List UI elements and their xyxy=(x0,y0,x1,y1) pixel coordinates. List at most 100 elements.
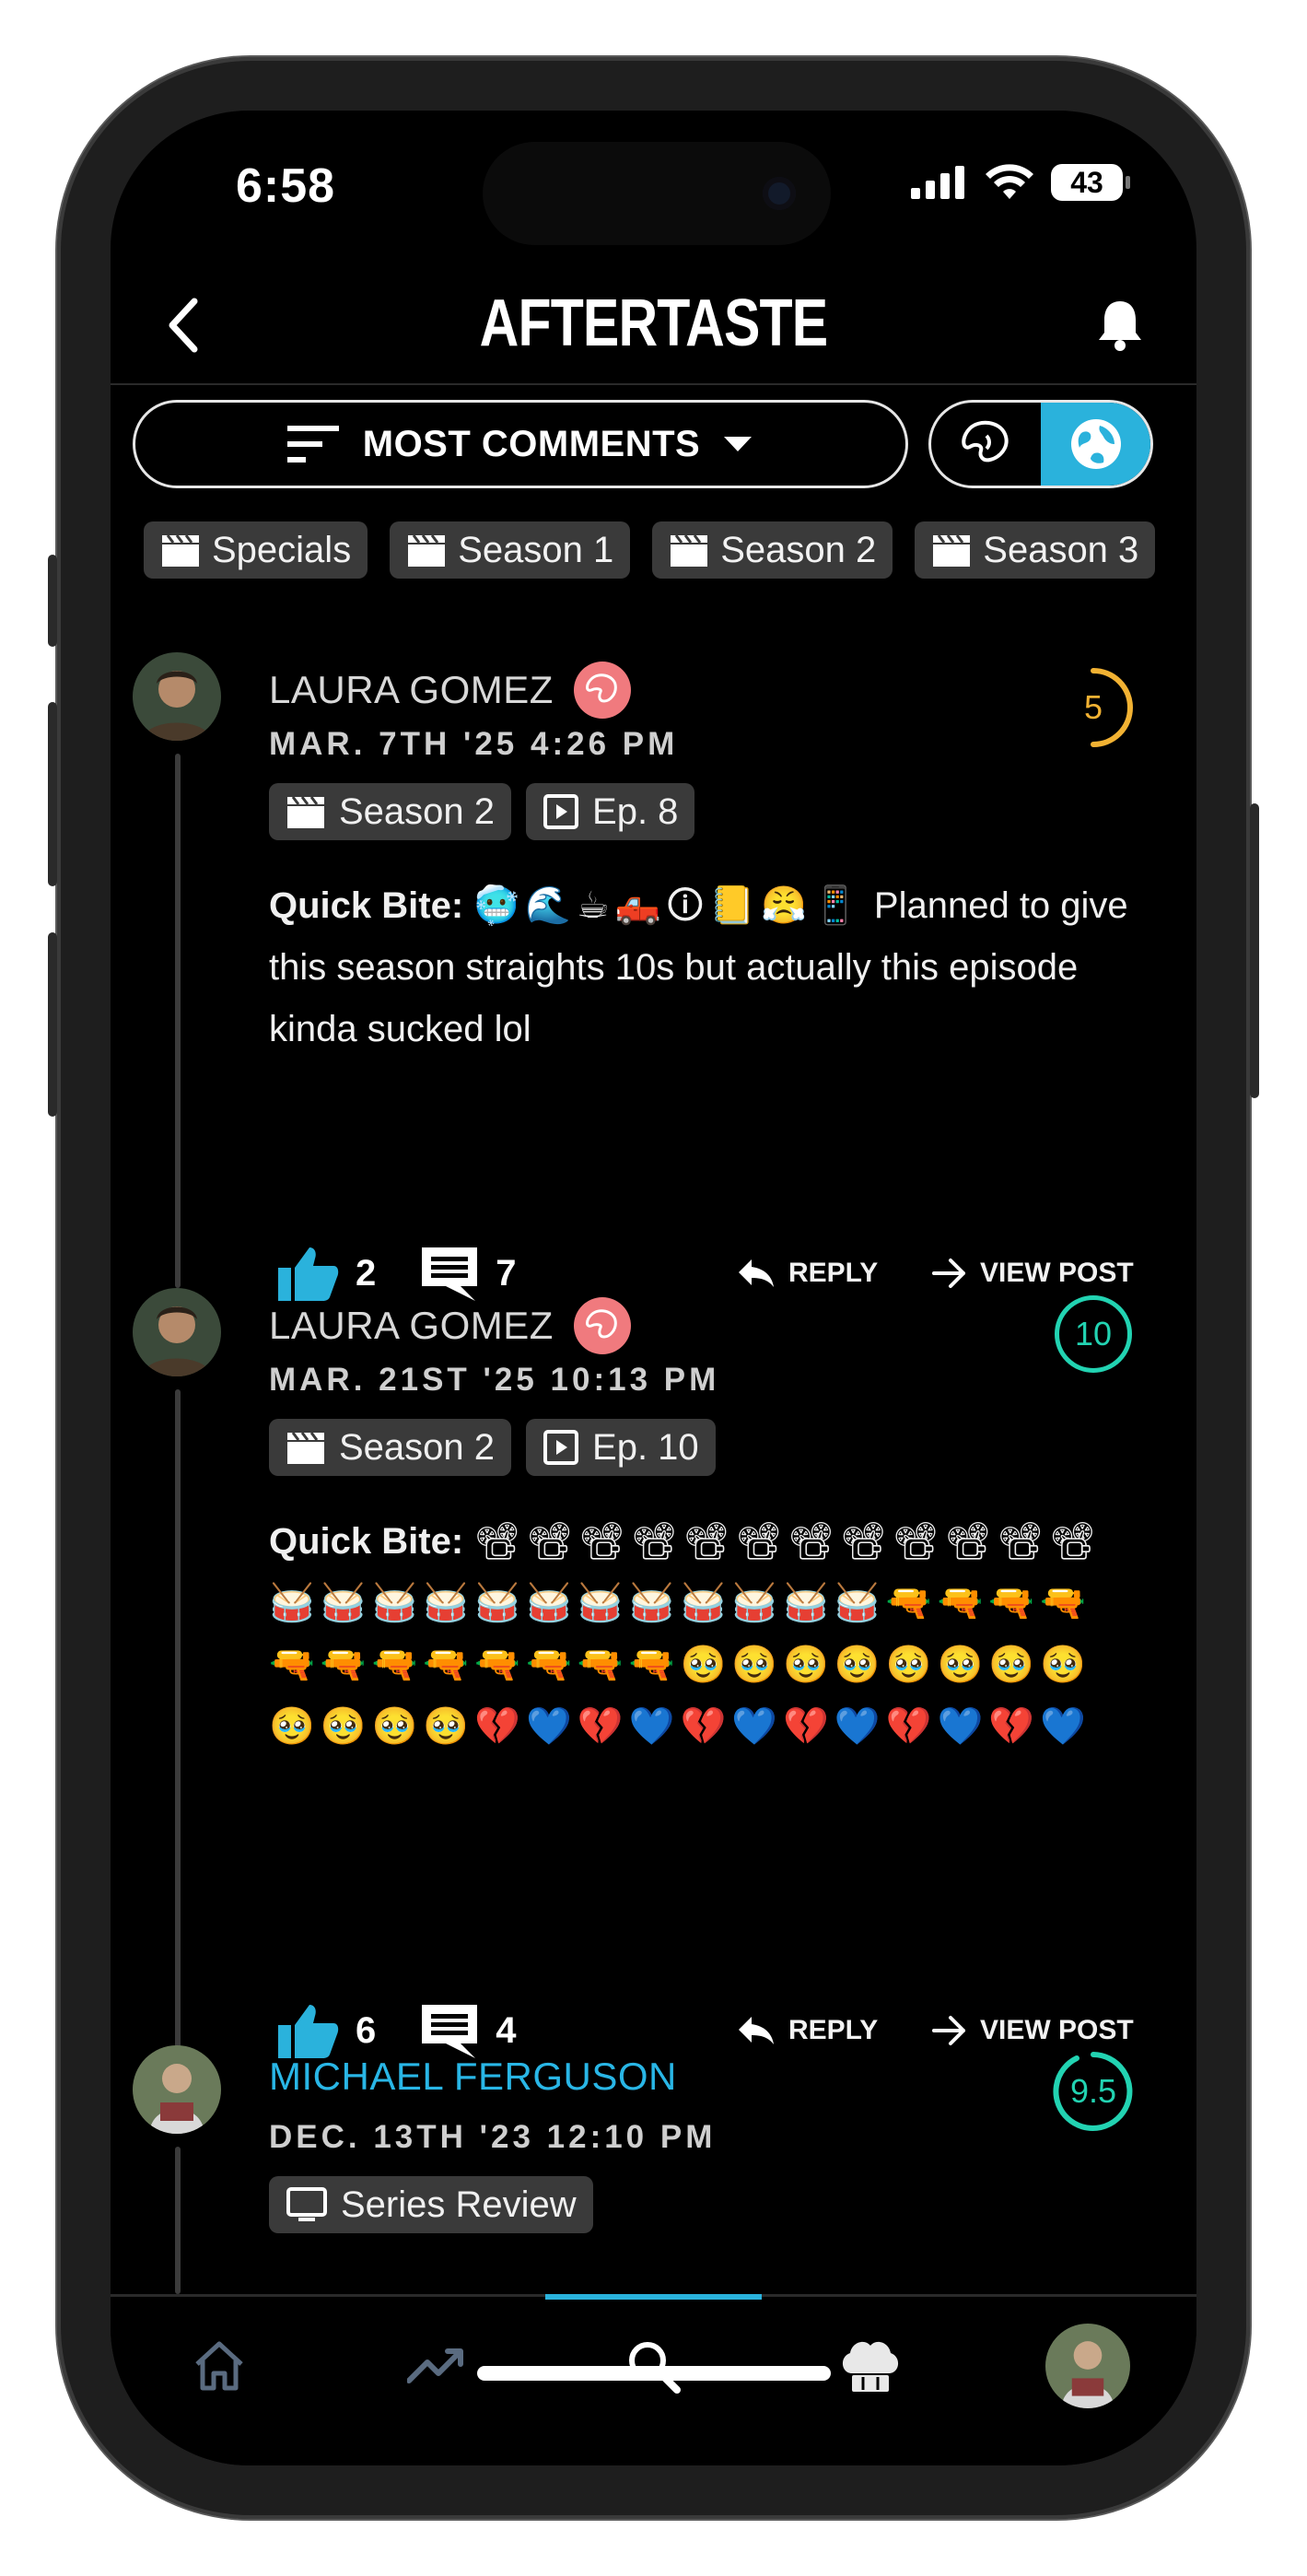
post-date: DEC. 13TH '23 12:10 PM xyxy=(269,2119,717,2155)
tab-home[interactable] xyxy=(111,2297,328,2435)
author-label: LAURA GOMEZ xyxy=(269,1304,554,1347)
thread-line xyxy=(175,1389,181,2053)
score-ring: 10 xyxy=(1055,1295,1132,1373)
chip-season-3[interactable]: Season 3 xyxy=(915,521,1156,579)
author-name[interactable]: MICHAEL FERGUSON xyxy=(269,2055,677,2099)
comment-button[interactable]: 4 xyxy=(420,2003,517,2058)
scope-toggle[interactable] xyxy=(928,400,1153,488)
score-ring: 5 xyxy=(1055,668,1133,747)
comment-count: 4 xyxy=(496,2009,517,2051)
profile-avatar xyxy=(1045,2324,1131,2408)
sort-label: MOST COMMENTS xyxy=(362,423,701,464)
view-post-button[interactable]: VIEW POST xyxy=(932,2015,1134,2046)
quick-bite-label: Quick Bite: xyxy=(269,1521,464,1562)
sort-icon xyxy=(286,426,339,463)
globe-filter-button[interactable] xyxy=(1041,403,1150,486)
author-label: LAURA GOMEZ xyxy=(269,668,554,711)
thread-line xyxy=(175,2147,181,2294)
post-tags: Series Review xyxy=(269,2176,593,2233)
clapperboard-icon xyxy=(671,534,708,567)
view-post-label: VIEW POST xyxy=(980,1258,1134,1288)
avatar[interactable] xyxy=(133,652,221,741)
app-screen: 6:58 43 AFTERTASTE MOST COMMENTS Special… xyxy=(111,111,1196,2465)
home-icon xyxy=(195,2341,243,2391)
post-emojis: 🥶🌊☕🛻🛈📒😤📱 xyxy=(473,884,864,927)
score-value: 10 xyxy=(1074,1315,1113,1352)
chevron-left-icon xyxy=(169,298,198,353)
reply-label: REPLY xyxy=(788,2015,879,2045)
reply-arrow-icon xyxy=(739,1259,774,1287)
trending-icon xyxy=(406,2348,463,2383)
reply-label: REPLY xyxy=(788,1258,879,1288)
clapperboard-icon xyxy=(287,796,324,828)
reply-button[interactable]: REPLY xyxy=(737,1258,878,1289)
like-button[interactable]: 6 xyxy=(278,2003,376,2058)
clapperboard-icon xyxy=(162,534,199,567)
app-header: AFTERTASTE xyxy=(111,267,1196,385)
quick-bite-label: Quick Bite: xyxy=(269,885,464,926)
reply-button[interactable]: REPLY xyxy=(737,2015,878,2046)
chip-label: Season 2 xyxy=(720,529,877,570)
tab-profile[interactable] xyxy=(979,2297,1196,2435)
tag-episode[interactable]: Ep. 8 xyxy=(526,783,695,840)
volume-down-button xyxy=(48,932,57,1117)
comment-button[interactable]: 7 xyxy=(420,1246,517,1301)
season-filter-chips: Specials Season 1 Season 2 Season 3 xyxy=(144,521,1156,579)
globe-icon xyxy=(1070,419,1121,469)
thumbs-up-icon xyxy=(278,2005,339,2058)
like-count: 6 xyxy=(356,2009,377,2051)
score-arc xyxy=(1053,2052,1133,2131)
caret-down-icon xyxy=(724,437,753,451)
arrow-right-icon xyxy=(932,2016,965,2045)
chip-specials[interactable]: Specials xyxy=(144,521,368,579)
clapperboard-icon xyxy=(287,1432,324,1464)
tongue-filter-button[interactable] xyxy=(931,403,1041,486)
sort-dropdown[interactable]: MOST COMMENTS xyxy=(133,400,908,488)
chip-label: Specials xyxy=(212,529,352,570)
author-label: MICHAEL FERGUSON xyxy=(269,2055,677,2098)
like-button[interactable]: 2 xyxy=(278,1246,376,1301)
chip-season-2[interactable]: Season 2 xyxy=(652,521,893,579)
author-name[interactable]: LAURA GOMEZ xyxy=(269,662,631,719)
clapperboard-icon xyxy=(408,534,446,567)
thread-line xyxy=(175,754,181,1288)
chef-hat-icon xyxy=(843,2341,899,2392)
status-icons: 43 xyxy=(911,164,1130,201)
avatar-image xyxy=(133,2045,221,2134)
avatar-image xyxy=(133,1288,221,1376)
notifications-button[interactable] xyxy=(1088,293,1152,357)
tag-series-review[interactable]: Series Review xyxy=(269,2176,593,2233)
post-date: MAR. 7TH '25 4:26 PM xyxy=(269,726,679,762)
avatar[interactable] xyxy=(133,1288,221,1376)
tag-label: Season 2 xyxy=(339,790,496,832)
avatar[interactable] xyxy=(133,2045,221,2134)
tag-season[interactable]: Season 2 xyxy=(269,1419,512,1476)
view-post-label: VIEW POST xyxy=(980,2015,1134,2045)
score-ring: 9.5 xyxy=(1053,2052,1133,2131)
battery-indicator: 43 xyxy=(1051,164,1130,201)
reply-arrow-icon xyxy=(739,2017,774,2044)
tongue-badge-icon xyxy=(573,1297,631,1354)
play-square-icon xyxy=(543,1430,579,1465)
tv-icon xyxy=(286,2187,327,2221)
clapperboard-icon xyxy=(933,534,971,567)
status-time: 6:58 xyxy=(236,159,336,213)
chip-season-1[interactable]: Season 1 xyxy=(390,521,631,579)
like-count: 2 xyxy=(356,1252,377,1294)
dynamic-island xyxy=(483,142,831,245)
post-body: Quick Bite: 🥶🌊☕🛻🛈📒😤📱 Planned to give thi… xyxy=(269,875,1135,1060)
back-button[interactable] xyxy=(151,293,216,357)
mute-switch xyxy=(48,555,57,647)
bell-icon xyxy=(1099,301,1141,351)
wifi-icon xyxy=(986,164,1033,199)
tag-season[interactable]: Season 2 xyxy=(269,783,512,840)
thumbs-up-icon xyxy=(278,1247,339,1301)
play-square-icon xyxy=(543,794,579,829)
view-post-button[interactable]: VIEW POST xyxy=(932,1258,1134,1289)
author-name[interactable]: LAURA GOMEZ xyxy=(269,1297,631,1354)
tag-label: Ep. 10 xyxy=(592,1426,699,1468)
arrow-right-icon xyxy=(932,1259,965,1288)
post-tags: Season 2 Ep. 10 xyxy=(269,1419,716,1476)
home-indicator[interactable] xyxy=(477,2366,831,2381)
tag-episode[interactable]: Ep. 10 xyxy=(526,1419,716,1476)
